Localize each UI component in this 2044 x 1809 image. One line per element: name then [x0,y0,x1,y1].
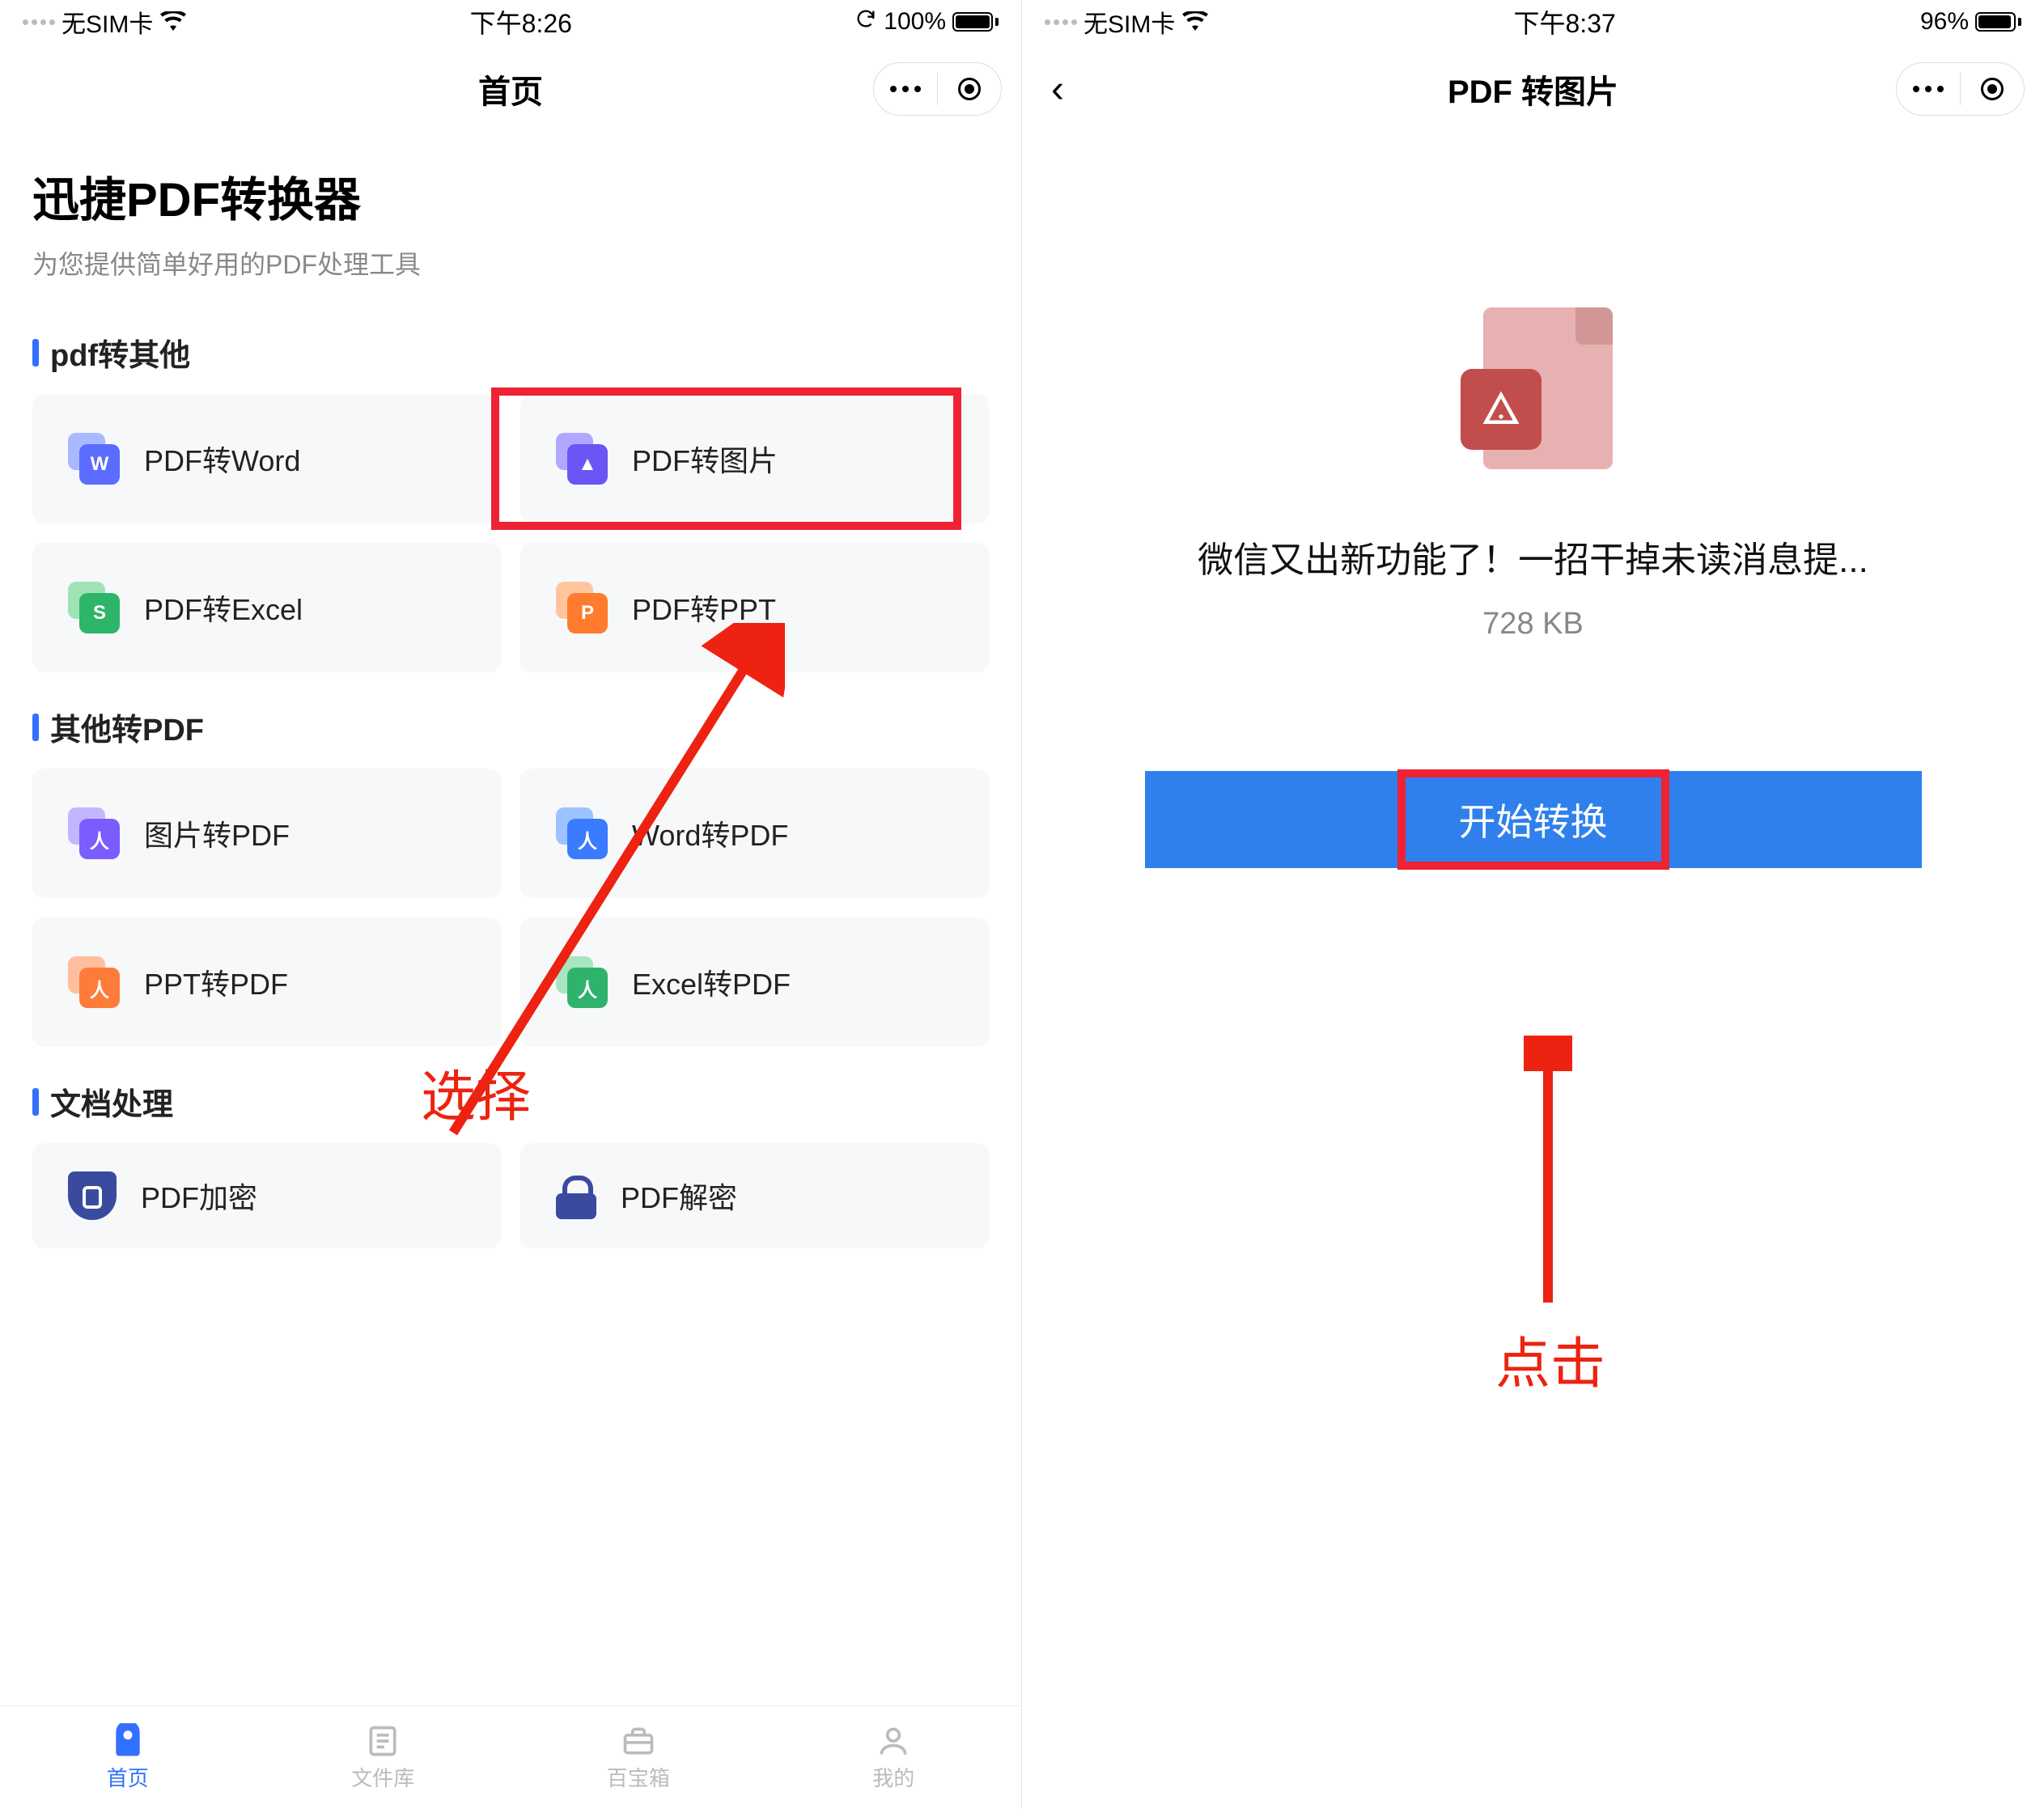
status-bar-left: 无SIM卡 下午8:26 100% [0,0,1021,36]
word-icon: W [68,433,120,485]
unlock-icon [556,1176,596,1216]
battery-text: 100% [884,8,946,36]
sync-icon [854,7,877,36]
target-icon [958,78,981,100]
more-icon [1913,86,1944,92]
target-icon [1981,78,2004,100]
annotation-text-select: 选择 [421,1052,531,1132]
tab-files[interactable]: 文件库 [256,1706,511,1809]
tool-label: PPT转PDF [144,961,288,1003]
more-icon [890,86,921,92]
battery-icon [1975,12,2021,32]
tool-label: PDF转图片 [632,438,778,480]
signal-dots-icon [1045,19,1077,25]
files-icon [365,1723,401,1759]
battery-icon [952,12,999,32]
annotation-arrow-icon [1524,1036,1572,1319]
wifi-icon [1181,7,1209,37]
tab-toolbox[interactable]: 百宝箱 [511,1706,766,1809]
back-button[interactable]: ‹ [1051,67,1064,112]
convert-button-label: 开始转换 [1459,793,1608,846]
tool-label: PDF解密 [621,1175,737,1217]
home-icon [110,1723,146,1759]
tool-label: PDF转Word [144,438,300,480]
nav-title: PDF 转图片 [1448,66,1618,112]
status-time: 下午8:26 [470,3,572,40]
sim-status: 无SIM卡 [1083,4,1175,40]
image-icon: ▲ [556,433,608,485]
tool-label: PDF转Excel [144,587,303,629]
miniprogram-capsule [1896,62,2025,116]
wifi-icon [159,7,187,37]
pdf-file-icon [1461,307,1606,485]
miniprogram-capsule [873,62,1002,116]
nav-title: 首页 [478,66,543,112]
tool-label: 图片转PDF [144,812,290,854]
tool-pdf-to-word[interactable]: W PDF转Word [32,394,501,523]
tab-me[interactable]: 我的 [766,1706,1022,1809]
capsule-close-button[interactable] [938,63,1001,115]
battery-text: 96% [1920,8,1969,36]
app-subtitle: 为您提供简单好用的PDF处理工具 [32,244,989,282]
tool-label: PDF加密 [141,1175,257,1217]
shield-lock-icon [68,1171,117,1220]
toolbox-icon [621,1723,656,1759]
capsule-menu-button[interactable] [1897,63,1960,115]
nav-header-convert: ‹ PDF 转图片 [1022,49,2044,129]
annotation-text-click: 点击 [1495,1319,1605,1399]
start-convert-button[interactable]: 开始转换 [1145,771,1922,868]
user-icon [876,1723,911,1759]
tab-label: 文件库 [351,1762,414,1792]
app-title: 迅捷PDF转换器 [32,162,989,230]
status-bar-right: 无SIM卡 下午8:37 96% [1022,0,2044,36]
sim-status: 无SIM卡 [61,4,153,40]
tool-pdf-encrypt[interactable]: PDF加密 [32,1143,501,1248]
excel-icon: S [68,582,120,633]
capsule-menu-button[interactable] [874,63,937,115]
screen-home: 无SIM卡 下午8:26 100% 首页 迅捷PDF转换器 为您提供简单好用的P [0,0,1022,1809]
nav-header-home: 首页 [0,49,1021,129]
tool-pdf-decrypt[interactable]: PDF解密 [520,1143,989,1248]
tab-label: 我的 [872,1762,914,1792]
tab-label: 百宝箱 [607,1762,670,1792]
status-time: 下午8:37 [1514,3,1616,40]
ppt-to-pdf-icon: 人 [68,956,120,1008]
tab-bar: 首页 文件库 百宝箱 我的 [0,1705,1021,1809]
tool-pdf-to-image[interactable]: ▲ PDF转图片 [520,394,989,523]
image-to-pdf-icon: 人 [68,807,120,859]
file-size: 728 KB [1482,607,1584,642]
capsule-close-button[interactable] [1961,63,2024,115]
file-name: 微信又出新功能了！一招干掉未读消息提... [1198,531,1868,583]
tab-label: 首页 [107,1762,149,1792]
tab-home[interactable]: 首页 [0,1706,256,1809]
screen-convert: 无SIM卡 下午8:37 96% ‹ PDF 转图片 [1022,0,2044,1809]
section-title-pdf-to-other: pdf转其他 [32,330,989,375]
signal-dots-icon [23,19,55,25]
